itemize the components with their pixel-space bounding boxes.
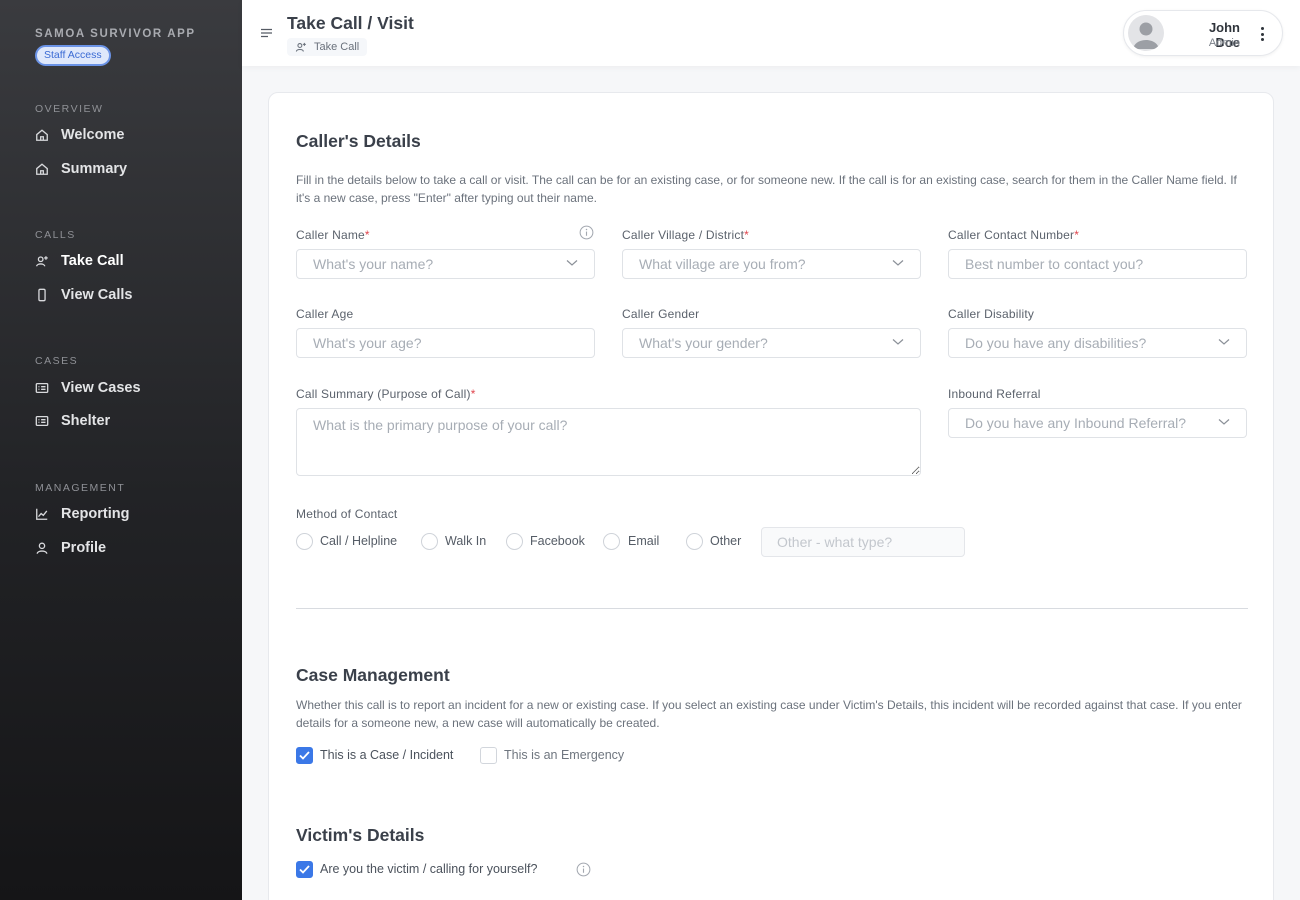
- sidebar-item-summary[interactable]: Summary: [35, 158, 127, 180]
- sidebar-item-label: Take Call: [61, 253, 124, 269]
- radio-walk-in[interactable]: [421, 533, 438, 550]
- more-options-icon[interactable]: [1257, 25, 1267, 43]
- app-title: SAMOA SURVIVOR APP: [35, 28, 196, 40]
- section-title-callers-details: Caller's Details: [296, 131, 421, 151]
- home-icon: [36, 129, 48, 141]
- caller-name-label: Caller Name*: [296, 228, 370, 242]
- sidebar-item-label: Profile: [61, 540, 107, 556]
- method-of-contact-label: Method of Contact: [296, 507, 398, 521]
- chevron-down-icon: [1218, 339, 1230, 345]
- sidebar: SAMOA SURVIVOR APP Staff Access OVERVIEW…: [0, 0, 242, 900]
- nav-section-overview: OVERVIEW: [35, 103, 104, 115]
- page-title: Take Call / Visit: [287, 13, 414, 33]
- sidebar-item-label: Shelter: [61, 413, 111, 429]
- nav-section-management: MANAGEMENT: [35, 482, 126, 494]
- home-icon: [36, 163, 48, 175]
- radio-facebook[interactable]: [506, 533, 523, 550]
- caller-gender-select[interactable]: What's your gender?: [622, 328, 921, 358]
- phone-icon: [38, 288, 46, 302]
- inbound-referral-label: Inbound Referral: [948, 387, 1041, 401]
- take-call-form: Caller's Details Fill in the details bel…: [268, 92, 1274, 900]
- caller-gender-placeholder: What's your gender?: [639, 335, 768, 351]
- sidebar-item-reporting[interactable]: Reporting: [35, 503, 129, 525]
- caller-disability-select[interactable]: Do you have any disabilities?: [948, 328, 1247, 358]
- checkbox-label: Are you the victim / calling for yoursel…: [320, 862, 538, 876]
- caller-gender-label: Caller Gender: [622, 307, 700, 321]
- call-summary-textarea[interactable]: [296, 408, 921, 476]
- list-card-icon: [35, 415, 49, 427]
- sidebar-item-take-call[interactable]: Take Call: [35, 250, 124, 272]
- radio-email[interactable]: [603, 533, 620, 550]
- sidebar-item-shelter[interactable]: Shelter: [35, 410, 110, 432]
- top-bar: Take Call / Visit Take Call John Doe Adm…: [242, 0, 1300, 66]
- breadcrumb-label: Take Call: [314, 41, 360, 53]
- caller-disability-label: Caller Disability: [948, 307, 1035, 321]
- sidebar-item-label: Welcome: [61, 127, 125, 143]
- inbound-referral-placeholder: Do you have any Inbound Referral?: [965, 415, 1187, 431]
- add-user-icon: [35, 256, 48, 267]
- radio-label: Facebook: [530, 534, 585, 548]
- caller-village-placeholder: What village are you from?: [639, 256, 806, 272]
- caller-village-select[interactable]: What village are you from?: [622, 249, 921, 279]
- radio-label: Walk In: [445, 534, 487, 548]
- checkbox-emergency[interactable]: [480, 747, 497, 764]
- nav-section-cases: CASES: [35, 355, 79, 367]
- radio-label: Other: [710, 534, 742, 548]
- avatar: [1128, 15, 1164, 51]
- section-title-victims-details: Victim's Details: [296, 825, 425, 845]
- line-chart-icon: [36, 508, 48, 520]
- caller-name-placeholder: What's your name?: [313, 256, 434, 272]
- chevron-down-icon: [892, 339, 904, 345]
- info-icon[interactable]: [579, 225, 594, 240]
- breadcrumb[interactable]: Take Call: [287, 38, 368, 56]
- caller-contact-label: Caller Contact Number*: [948, 228, 1080, 242]
- checkbox-label: This is an Emergency: [504, 748, 625, 762]
- nav-section-calls: CALLS: [35, 229, 76, 241]
- caller-name-select[interactable]: What's your name?: [296, 249, 595, 279]
- checkbox-is-victim[interactable]: [296, 861, 313, 878]
- user-menu[interactable]: John Doe Admin: [1123, 10, 1283, 56]
- section-title-case-management: Case Management: [296, 665, 450, 685]
- caller-age-input[interactable]: [296, 328, 595, 358]
- add-user-icon: [295, 42, 306, 52]
- sidebar-item-view-calls[interactable]: View Calls: [35, 284, 132, 306]
- list-card-icon: [35, 382, 49, 394]
- caller-contact-input[interactable]: [948, 249, 1247, 279]
- user-icon: [36, 542, 48, 554]
- sidebar-item-profile[interactable]: Profile: [35, 537, 106, 559]
- checkbox-label: This is a Case / Incident: [320, 748, 454, 762]
- info-icon[interactable]: [576, 862, 591, 877]
- case-management-description: Whether this call is to report an incide…: [296, 698, 1242, 730]
- sidebar-item-label: View Calls: [61, 287, 133, 303]
- check-icon: [299, 751, 310, 760]
- chevron-down-icon: [566, 260, 578, 266]
- checkbox-case-incident[interactable]: [296, 747, 313, 764]
- sidebar-item-label: Reporting: [61, 506, 130, 522]
- radio-label: Call / Helpline: [320, 534, 398, 548]
- sidebar-item-welcome[interactable]: Welcome: [35, 124, 124, 146]
- section-divider: [296, 608, 1248, 609]
- sidebar-item-label: Summary: [61, 161, 128, 177]
- radio-call-helpline[interactable]: [296, 533, 313, 550]
- caller-disability-placeholder: Do you have any disabilities?: [965, 335, 1147, 351]
- inbound-referral-select[interactable]: Do you have any Inbound Referral?: [948, 408, 1247, 438]
- sidebar-item-view-cases[interactable]: View Cases: [35, 377, 141, 399]
- menu-icon[interactable]: [261, 27, 273, 39]
- sidebar-item-label: View Cases: [61, 380, 141, 396]
- chevron-down-icon: [1218, 419, 1230, 425]
- chevron-down-icon: [892, 260, 904, 266]
- user-role: Admin: [1208, 37, 1240, 49]
- other-contact-type-input[interactable]: [761, 527, 965, 557]
- radio-label: Email: [628, 534, 660, 548]
- staff-access-badge: Staff Access: [35, 45, 111, 66]
- call-summary-label: Call Summary (Purpose of Call)*: [296, 387, 476, 401]
- radio-other[interactable]: [686, 533, 703, 550]
- callers-details-description: Fill in the details below to take a call…: [296, 173, 1237, 205]
- caller-age-label: Caller Age: [296, 307, 354, 321]
- caller-village-label: Caller Village / District*: [622, 228, 750, 242]
- check-icon: [299, 865, 310, 874]
